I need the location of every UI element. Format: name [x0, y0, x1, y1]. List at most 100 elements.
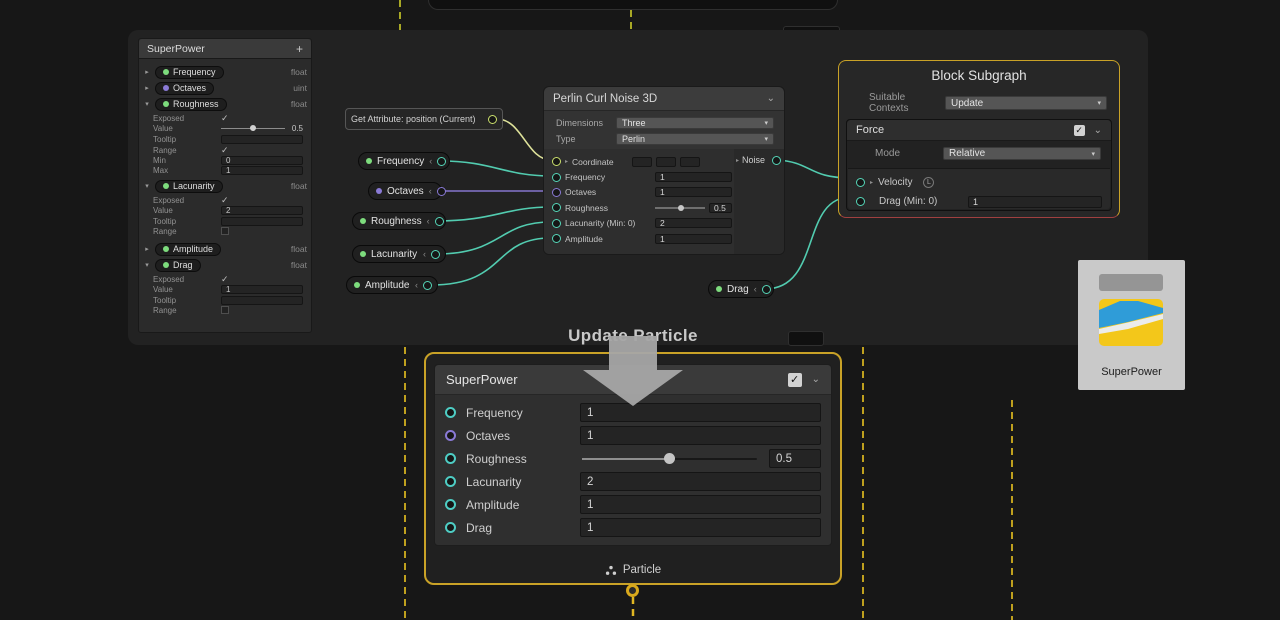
expander-icon[interactable]: ▸ — [565, 158, 568, 165]
coordinate-x-field[interactable] — [632, 157, 652, 167]
lacunarity-field[interactable]: 2 — [655, 218, 732, 228]
position-output-port[interactable] — [488, 115, 497, 124]
parameter-node-lacunarity[interactable]: Lacunarity ‹ — [352, 245, 446, 263]
drag-field[interactable]: 1 — [580, 518, 821, 537]
property-row-drag[interactable]: ▾ Drag float — [143, 258, 307, 272]
disclosure-closed-icon[interactable]: ▸ — [143, 245, 151, 253]
chevron-down-icon[interactable]: ⌄ — [767, 93, 775, 104]
force-block[interactable]: Force ✓ ⌄ Mode Relative ▾ ▸ Velocity L — [846, 119, 1112, 211]
slider-handle[interactable] — [664, 453, 675, 464]
parameter-node-octaves[interactable]: Octaves ‹ — [368, 182, 442, 200]
range-checkbox[interactable] — [221, 227, 229, 235]
value-slider[interactable] — [221, 124, 285, 133]
property-row-amplitude[interactable]: ▸ Amplitude float — [143, 242, 307, 256]
tooltip-input[interactable] — [221, 296, 303, 305]
project-asset-superpower[interactable]: SuperPower — [1078, 260, 1185, 390]
chevron-down-icon[interactable]: ⌄ — [812, 374, 820, 385]
velocity-input-port[interactable] — [856, 178, 865, 187]
roughness-input-port[interactable] — [445, 453, 456, 464]
roughness-field[interactable]: 0.5 — [769, 449, 821, 468]
range-checkbox[interactable] — [221, 306, 229, 314]
suitable-contexts-dropdown[interactable]: Update ▾ — [945, 96, 1107, 110]
frequency-input-port[interactable] — [552, 173, 561, 182]
amplitude-field[interactable]: 1 — [655, 234, 732, 244]
output-port[interactable] — [437, 187, 446, 196]
roughness-slider[interactable] — [655, 203, 705, 213]
octaves-field[interactable]: 1 — [655, 187, 732, 197]
max-input[interactable]: 1 — [221, 166, 303, 175]
output-port[interactable] — [762, 285, 771, 294]
expander-icon[interactable]: ▸ — [870, 179, 873, 186]
disclosure-open-icon[interactable]: ▾ — [143, 100, 151, 108]
output-port[interactable] — [423, 281, 432, 290]
enabled-checkbox[interactable]: ✓ — [788, 373, 802, 387]
disclosure-open-icon[interactable]: ▾ — [143, 182, 151, 190]
type-dropdown[interactable]: Perlin ▾ — [616, 133, 774, 145]
collapse-icon[interactable]: ‹ — [429, 156, 432, 166]
tooltip-input[interactable] — [221, 217, 303, 226]
drag-value-field[interactable]: 1 — [968, 196, 1102, 208]
octaves-field[interactable]: 1 — [580, 426, 821, 445]
parameter-node-frequency[interactable]: Frequency ‹ — [358, 152, 450, 170]
property-row-lacunarity[interactable]: ▾ Lacunarity float — [143, 179, 307, 193]
parameter-node-drag[interactable]: Drag ‹ — [708, 280, 774, 298]
octaves-input-port[interactable] — [552, 188, 561, 197]
roughness-slider[interactable] — [580, 449, 759, 468]
slider-handle[interactable] — [250, 125, 256, 131]
noise-output-port[interactable] — [772, 156, 781, 165]
perlin-curl-noise-node[interactable]: Perlin Curl Noise 3D ⌄ Dimensions Three … — [543, 86, 785, 255]
property-row-octaves[interactable]: ▸ Octaves uint — [143, 81, 307, 95]
exposed-checkbox[interactable]: ✓ — [221, 274, 229, 285]
amplitude-field[interactable]: 1 — [580, 495, 821, 514]
collapse-icon[interactable]: ‹ — [429, 186, 432, 196]
range-checkbox[interactable]: ✓ — [221, 145, 229, 156]
lacunarity-input-port[interactable] — [552, 219, 561, 228]
exposed-checkbox[interactable]: ✓ — [221, 195, 229, 206]
octaves-input-port[interactable] — [445, 430, 456, 441]
property-row-roughness[interactable]: ▾ Roughness float — [143, 97, 307, 111]
node-header[interactable]: Perlin Curl Noise 3D ⌄ — [544, 87, 784, 111]
collapse-icon[interactable]: ‹ — [415, 280, 418, 290]
disclosure-closed-icon[interactable]: ▸ — [143, 84, 151, 92]
coordinate-y-field[interactable] — [656, 157, 676, 167]
disclosure-closed-icon[interactable]: ▸ — [143, 68, 151, 76]
collapse-icon[interactable]: ‹ — [423, 249, 426, 259]
get-attribute-node[interactable]: Get Attribute: position (Current) — [345, 108, 503, 130]
lacunarity-input-port[interactable] — [445, 476, 456, 487]
lacunarity-field[interactable]: 2 — [580, 472, 821, 491]
output-port[interactable] — [431, 250, 440, 259]
mode-dropdown[interactable]: Relative ▾ — [943, 147, 1101, 160]
collapse-icon[interactable]: ‹ — [427, 216, 430, 226]
frequency-field[interactable]: 1 — [655, 172, 732, 182]
dimensions-dropdown[interactable]: Three ▾ — [616, 117, 774, 129]
force-block-header[interactable]: Force ✓ ⌄ — [847, 120, 1111, 141]
blackboard-header[interactable]: SuperPower + — [139, 39, 311, 59]
enabled-checkbox[interactable]: ✓ — [1074, 125, 1085, 136]
coordinate-input-port[interactable] — [552, 157, 561, 166]
exposed-checkbox[interactable]: ✓ — [221, 113, 229, 124]
roughness-input-port[interactable] — [552, 203, 561, 212]
drag-input-port[interactable] — [445, 522, 456, 533]
value-input[interactable]: 2 — [221, 206, 303, 215]
block-subgraph-panel[interactable]: Block Subgraph Suitable Contexts Update … — [838, 60, 1120, 218]
drag-input-port[interactable] — [856, 197, 865, 206]
disclosure-open-icon[interactable]: ▾ — [143, 261, 151, 269]
min-input[interactable]: 0 — [221, 156, 303, 165]
parameter-node-amplitude[interactable]: Amplitude ‹ — [346, 276, 438, 294]
tooltip-input[interactable] — [221, 135, 303, 144]
roughness-field[interactable]: 0.5 — [709, 203, 732, 213]
coordinate-z-field[interactable] — [680, 157, 700, 167]
value-input[interactable]: 1 — [221, 285, 303, 294]
slider-handle[interactable] — [678, 205, 684, 211]
amplitude-input-port[interactable] — [445, 499, 456, 510]
frequency-input-port[interactable] — [445, 407, 456, 418]
output-port[interactable] — [437, 157, 446, 166]
output-port[interactable] — [435, 217, 444, 226]
collapse-icon[interactable]: ‹ — [754, 284, 757, 294]
context-flow-output-port[interactable] — [626, 584, 639, 597]
parameter-node-roughness[interactable]: Roughness ‹ — [352, 212, 446, 230]
add-property-button[interactable]: + — [296, 42, 303, 56]
chevron-down-icon[interactable]: ⌄ — [1094, 125, 1102, 136]
property-row-frequency[interactable]: ▸ Frequency float — [143, 65, 307, 79]
amplitude-input-port[interactable] — [552, 234, 561, 243]
